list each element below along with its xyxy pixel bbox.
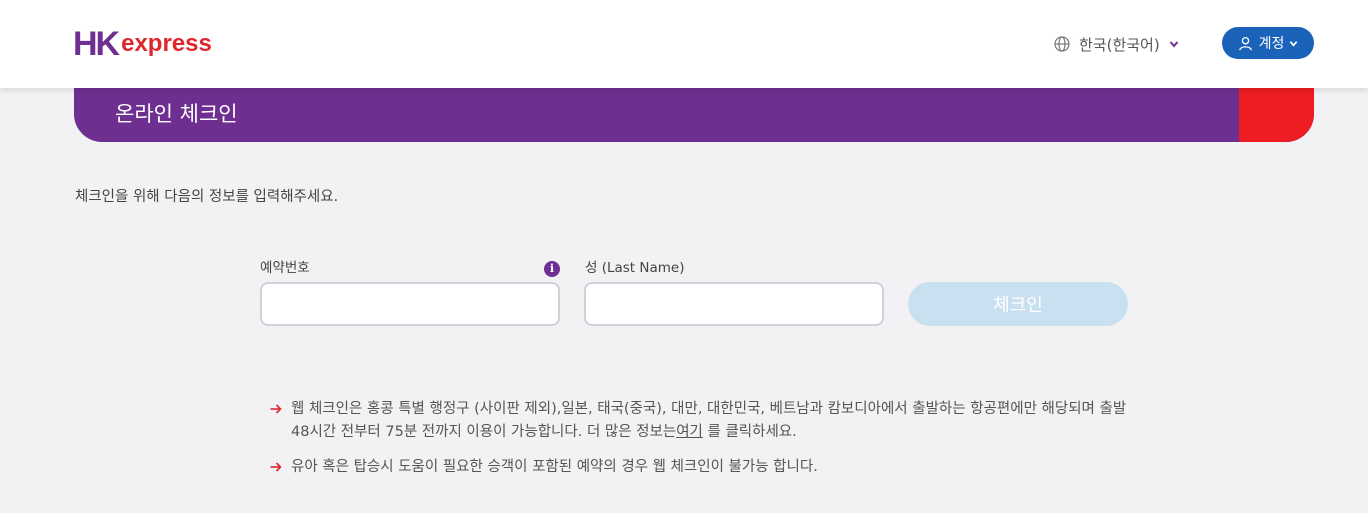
checkin-button[interactable]: 체크인 xyxy=(908,282,1128,326)
checkin-banner: 온라인 체크인 xyxy=(74,88,1314,142)
note-text: 웹 체크인은 홍콩 특별 행정구 (사이판 제외),일본, 태국(중국), 대만… xyxy=(291,401,1127,440)
logo-hk: HK xyxy=(73,25,120,63)
last-name-label: 성 (Last Name) xyxy=(585,260,685,276)
logo-express: express xyxy=(121,30,212,57)
note-item: 유아 혹은 탑승시 도움이 필요한 승객이 포함된 예약의 경우 웹 체크인이 … xyxy=(270,456,1140,479)
arrow-right-icon xyxy=(270,462,282,472)
page-title: 온라인 체크인 xyxy=(115,102,238,126)
info-icon[interactable]: i xyxy=(544,261,560,277)
note-item: 웹 체크인은 홍콩 특별 행정구 (사이판 제외),일본, 태국(중국), 대만… xyxy=(270,398,1140,444)
banner-accent xyxy=(1239,88,1314,142)
more-info-link[interactable]: 여기 xyxy=(676,424,703,440)
booking-number-label: 예약번호 xyxy=(260,260,310,276)
notes-list: 웹 체크인은 홍콩 특별 행정구 (사이판 제외),일본, 태국(중국), 대만… xyxy=(270,398,1140,491)
last-name-input[interactable] xyxy=(584,282,884,326)
language-selector[interactable]: 한국(한국어) xyxy=(1054,33,1179,55)
language-label: 한국(한국어) xyxy=(1079,35,1160,54)
booking-number-input[interactable] xyxy=(260,282,560,326)
account-label: 계정 xyxy=(1258,36,1285,52)
chevron-down-icon xyxy=(1169,41,1178,48)
arrow-right-icon xyxy=(270,404,282,414)
header: HK express 한국(한국어) 계정 xyxy=(0,0,1368,88)
instruction-text: 체크인을 위해 다음의 정보를 입력해주세요. xyxy=(75,189,339,205)
chevron-down-icon xyxy=(1290,40,1298,47)
note-text: 유아 혹은 탑승시 도움이 필요한 승객이 포함된 예약의 경우 웹 체크인이 … xyxy=(291,459,818,475)
user-icon xyxy=(1238,36,1252,50)
hk-express-logo[interactable]: HK express xyxy=(73,24,212,64)
globe-icon xyxy=(1054,36,1070,52)
account-button[interactable]: 계정 xyxy=(1222,27,1314,59)
